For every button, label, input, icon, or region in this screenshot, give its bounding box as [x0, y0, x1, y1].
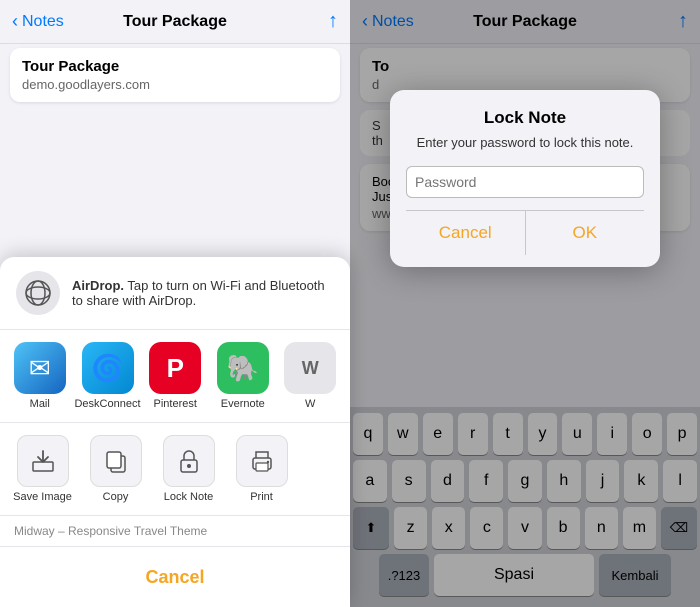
deskconnect-icon: 🌀 — [82, 342, 134, 394]
airdrop-row[interactable]: AirDrop. Tap to turn on Wi-Fi and Blueto… — [0, 257, 350, 330]
evernote-label: Evernote — [221, 398, 265, 410]
save-image-action[interactable]: Save Image — [10, 435, 75, 503]
save-image-icon — [17, 435, 69, 487]
right-panel: ‹ Notes Tour Package ↑ To d Sth Book You… — [350, 0, 700, 607]
print-icon — [236, 435, 288, 487]
app-icon-evernote[interactable]: 🐘 Evernote — [213, 342, 273, 410]
dialog-ok-button[interactable]: OK — [526, 211, 645, 255]
deskconnect-label: DeskConnect — [74, 398, 140, 410]
left-share-icon[interactable]: ↑ — [328, 10, 338, 33]
copy-action[interactable]: Copy — [83, 435, 148, 503]
app-icon-pinterest[interactable]: P Pinterest — [146, 342, 206, 410]
lock-note-label: Lock Note — [164, 491, 214, 503]
note-card-subtitle: demo.goodlayers.com — [22, 77, 328, 92]
password-input[interactable] — [406, 166, 644, 198]
mail-label: Mail — [30, 398, 50, 410]
app-icon-deskconnect[interactable]: 🌀 DeskConnect — [78, 342, 138, 410]
share-footer-note: Midway – Responsive Travel Theme — [0, 516, 350, 547]
share-sheet: AirDrop. Tap to turn on Wi-Fi and Blueto… — [0, 257, 350, 607]
cancel-button[interactable]: Cancel — [10, 555, 340, 599]
more-icon: W — [284, 342, 336, 394]
app-icon-more[interactable]: W W — [281, 342, 341, 410]
evernote-icon: 🐘 — [217, 342, 269, 394]
dialog-content: Lock Note Enter your password to lock th… — [390, 90, 660, 267]
airdrop-icon — [16, 271, 60, 315]
airdrop-bold: AirDrop. — [72, 278, 124, 293]
dialog-title: Lock Note — [406, 108, 644, 128]
left-back-label: Notes — [22, 13, 64, 31]
dialog-cancel-button[interactable]: Cancel — [406, 211, 526, 255]
dialog-message: Enter your password to lock this note. — [406, 134, 644, 152]
chevron-left-icon: ‹ — [12, 11, 18, 32]
lock-note-action[interactable]: Lock Note — [156, 435, 221, 503]
left-panel: ‹ Notes Tour Package ↑ Tour Package demo… — [0, 0, 350, 607]
copy-label: Copy — [103, 491, 129, 503]
app-icons-row: ✉ Mail 🌀 DeskConnect P Pinterest 🐘 Evern… — [0, 330, 350, 423]
more-label: W — [305, 398, 315, 410]
airdrop-text: AirDrop. Tap to turn on Wi-Fi and Blueto… — [72, 278, 334, 308]
pinterest-icon: P — [149, 342, 201, 394]
app-icon-mail[interactable]: ✉ Mail — [10, 342, 70, 410]
copy-icon — [90, 435, 142, 487]
mail-icon: ✉ — [14, 342, 66, 394]
note-card-title: Tour Package — [22, 58, 328, 75]
save-image-label: Save Image — [13, 491, 72, 503]
left-note-card: Tour Package demo.goodlayers.com — [10, 48, 340, 102]
dialog-overlay: Lock Note Enter your password to lock th… — [350, 0, 700, 607]
action-icons-row: Save Image Copy Lock Note Print — [0, 423, 350, 516]
pinterest-label: Pinterest — [154, 398, 197, 410]
left-top-bar: ‹ Notes Tour Package ↑ — [0, 0, 350, 44]
print-action[interactable]: Print — [229, 435, 294, 503]
print-label: Print — [250, 491, 273, 503]
lock-note-dialog: Lock Note Enter your password to lock th… — [390, 90, 660, 267]
left-back-button[interactable]: ‹ Notes — [12, 11, 64, 32]
dialog-buttons: Cancel OK — [406, 210, 644, 255]
left-page-title: Tour Package — [123, 13, 227, 31]
lock-note-icon — [163, 435, 215, 487]
